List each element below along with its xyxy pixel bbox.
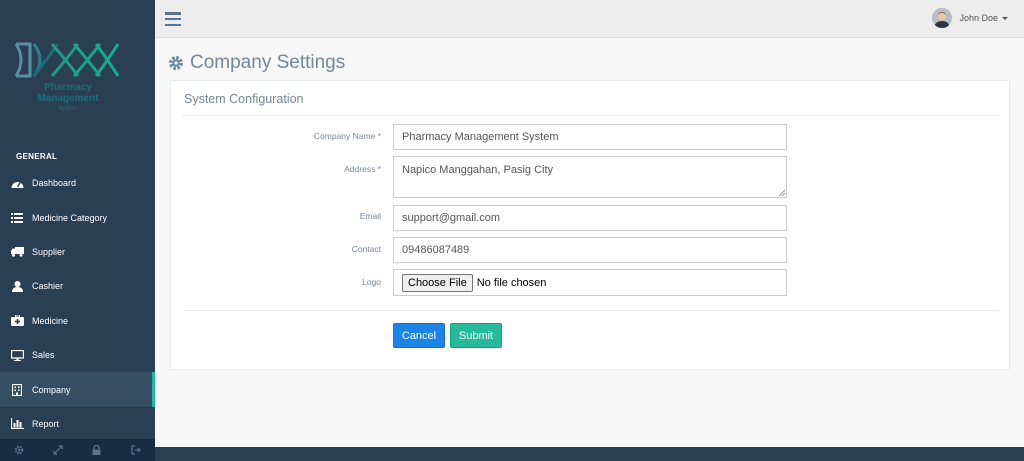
logo-file-input[interactable]: Choose File No file chosen xyxy=(393,269,787,296)
logo-text: Pharmacy Management xyxy=(37,82,99,104)
sidebar-item-label: Report xyxy=(32,418,60,429)
cancel-button[interactable]: Cancel xyxy=(393,323,445,348)
sidebar-item-supplier[interactable]: Supplier xyxy=(0,235,155,269)
list-icon xyxy=(10,212,24,224)
user-menu[interactable]: John Doe xyxy=(932,8,1008,28)
section-title-general: GENERAL xyxy=(16,152,58,161)
avatar xyxy=(932,8,953,28)
email-field[interactable]: support@gmail.com xyxy=(393,205,787,231)
logo-subtext: System xyxy=(57,106,78,112)
user-icon xyxy=(10,280,24,292)
top-navbar: John Doe xyxy=(155,0,1024,38)
gear-icon[interactable] xyxy=(0,439,39,461)
sidebar-item-label: Sales xyxy=(32,350,55,361)
building-icon xyxy=(10,383,24,396)
sidebar-item-label: Medicine Category xyxy=(32,212,108,223)
address-textarea[interactable]: Napico Manggahan, Pasig City xyxy=(393,156,787,198)
address-label: Address * xyxy=(344,164,381,174)
hamburger-icon[interactable] xyxy=(165,12,181,26)
sidebar-item-label: Supplier xyxy=(32,246,66,257)
contact-value: 09486087489 xyxy=(402,244,470,256)
sidebar-item-report[interactable]: Report xyxy=(0,407,155,441)
user-name: John Doe xyxy=(959,13,998,23)
truck-icon xyxy=(10,246,24,258)
sidebar-item-label: Cashier xyxy=(32,281,64,292)
company-name-input[interactable]: Pharmacy Management System xyxy=(393,124,787,150)
sidebar-item-label: Company xyxy=(32,384,71,395)
file-status: No file chosen xyxy=(476,276,547,289)
app-logo[interactable]: Pharmacy Management System xyxy=(0,0,155,135)
submit-button[interactable]: Submit xyxy=(450,323,502,348)
desktop-icon xyxy=(10,349,24,361)
logout-icon[interactable] xyxy=(116,439,155,461)
logo-label: Logo xyxy=(362,277,381,287)
sidebar: Pharmacy Management System GENERAL Dashb… xyxy=(0,0,155,461)
sidebar-item-label: Dashboard xyxy=(32,178,77,189)
sidebar-item-dashboard[interactable]: Dashboard xyxy=(0,166,155,200)
footer-bar xyxy=(155,447,1024,461)
sidebar-item-cashier[interactable]: Cashier xyxy=(0,269,155,303)
email-value: support@gmail.com xyxy=(402,212,500,224)
sidebar-item-label: Medicine xyxy=(32,315,69,326)
choose-file-button[interactable]: Choose File xyxy=(402,273,473,292)
contact-field[interactable]: 09486087489 xyxy=(393,237,787,263)
bar-chart-icon xyxy=(10,418,24,430)
lock-icon[interactable] xyxy=(78,439,117,461)
company-name-value: Pharmacy Management System xyxy=(402,131,559,143)
settings-panel: System Configuration Company Name * Phar… xyxy=(170,80,1010,370)
divider xyxy=(184,310,998,311)
page-title: Company Settings xyxy=(168,52,345,74)
sidebar-item-sales[interactable]: Sales xyxy=(0,338,155,372)
divider xyxy=(182,115,1000,116)
address-value: Napico Manggahan, Pasig City xyxy=(402,164,554,176)
gear-icon xyxy=(169,56,183,70)
sidebar-item-company[interactable]: Company xyxy=(0,372,155,407)
dashboard-icon xyxy=(10,177,24,189)
contact-label: Contact xyxy=(351,244,381,254)
dna-logo-icon xyxy=(14,42,120,78)
email-label: Email xyxy=(359,211,381,221)
chevron-down-icon xyxy=(1002,16,1008,20)
sidebar-footer xyxy=(0,439,155,461)
page-title-text: Company Settings xyxy=(190,52,346,73)
panel-title: System Configuration xyxy=(184,92,304,106)
medkit-icon xyxy=(10,315,24,327)
resize-handle-icon[interactable] xyxy=(778,189,785,196)
sidebar-item-medicine-category[interactable]: Medicine Category xyxy=(0,200,155,234)
sidebar-item-medicine[interactable]: Medicine xyxy=(0,304,155,338)
company-name-label: Company Name * xyxy=(313,131,381,141)
sidebar-menu: Dashboard Medicine Category Supplier Cas… xyxy=(0,166,155,441)
fullscreen-icon[interactable] xyxy=(39,439,78,461)
